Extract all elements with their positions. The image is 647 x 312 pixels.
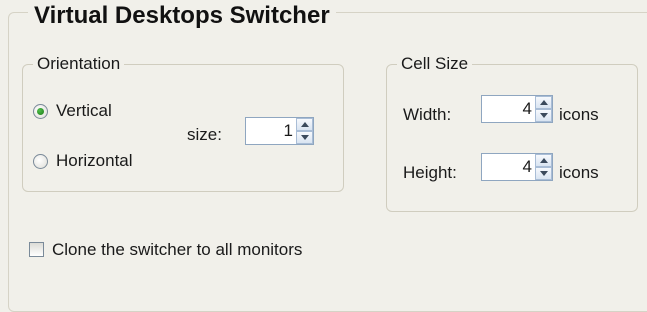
size-label: size: bbox=[187, 125, 222, 144]
radio-vertical-button[interactable] bbox=[33, 103, 48, 119]
size-input[interactable]: 1 bbox=[246, 118, 296, 144]
width-spinner[interactable]: 4 bbox=[481, 95, 553, 123]
orientation-group-title: Orientation bbox=[33, 53, 125, 75]
height-spinner[interactable]: 4 bbox=[481, 153, 553, 181]
panel-title: Virtual Desktops Switcher bbox=[28, 1, 336, 31]
size-decrement-button[interactable] bbox=[296, 131, 313, 144]
width-label: Width: bbox=[403, 105, 452, 124]
triangle-up-icon bbox=[539, 158, 548, 163]
height-label: Height: bbox=[403, 163, 457, 182]
triangle-up-icon bbox=[539, 100, 548, 105]
height-increment-button[interactable] bbox=[535, 154, 552, 167]
width-increment-button[interactable] bbox=[535, 96, 552, 109]
height-unit-label: icons bbox=[559, 163, 599, 182]
radio-horizontal-label: Horizontal bbox=[56, 151, 133, 170]
triangle-up-icon bbox=[300, 122, 309, 127]
triangle-down-icon bbox=[539, 113, 548, 118]
width-input[interactable]: 4 bbox=[482, 96, 535, 122]
radio-horizontal[interactable]: Horizontal bbox=[33, 151, 133, 171]
orientation-group: Orientation Vertical Horizontal size: 1 bbox=[22, 53, 344, 192]
cell-size-group: Cell Size Width: 4 icons Height: 4 icons bbox=[386, 53, 638, 212]
height-decrement-button[interactable] bbox=[535, 167, 552, 180]
radio-horizontal-button[interactable] bbox=[33, 153, 48, 169]
triangle-down-icon bbox=[539, 171, 548, 176]
size-spinner[interactable]: 1 bbox=[245, 117, 314, 145]
size-increment-button[interactable] bbox=[296, 118, 313, 131]
height-input[interactable]: 4 bbox=[482, 154, 535, 180]
width-decrement-button[interactable] bbox=[535, 109, 552, 122]
radio-vertical[interactable]: Vertical bbox=[33, 101, 112, 121]
clone-checkbox-label[interactable]: Clone the switcher to all monitors bbox=[52, 240, 302, 260]
width-unit-label: icons bbox=[559, 105, 599, 124]
cell-size-group-title: Cell Size bbox=[397, 53, 473, 75]
triangle-down-icon bbox=[300, 135, 309, 140]
radio-vertical-label: Vertical bbox=[56, 101, 112, 120]
clone-checkbox[interactable] bbox=[29, 242, 44, 257]
